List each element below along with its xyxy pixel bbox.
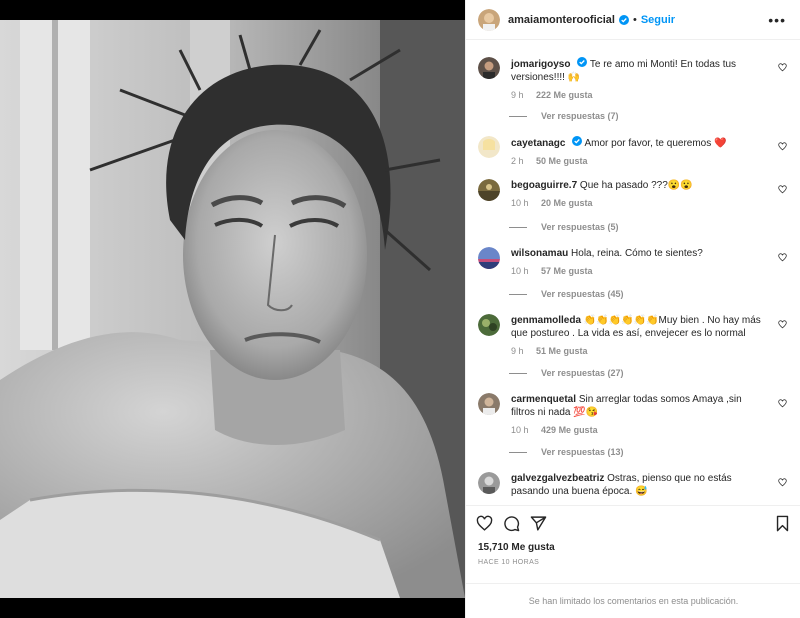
more-options-icon[interactable]: ••• (768, 12, 786, 28)
verified-badge-icon (577, 57, 588, 67)
owner-avatar[interactable] (478, 8, 500, 31)
comment-meta: 9 h 51 Me gusta (511, 346, 789, 356)
commenter-avatar[interactable] (478, 57, 500, 79)
commenter-avatar[interactable] (478, 472, 500, 494)
view-replies-button[interactable]: Ver respuestas (5) (509, 222, 619, 232)
comment-time: 10 h (511, 198, 529, 208)
instagram-post-view: amaiamonterooficial • Seguir ••• jomarig… (0, 0, 800, 618)
separator-dot: • (632, 13, 637, 26)
comment-username[interactable]: cayetanagc (511, 138, 565, 149)
comment-username[interactable]: galvezgalvezbeatriz (511, 473, 604, 484)
comment-meta: 9 h 222 Me gusta (511, 90, 789, 100)
comments-limited-notice: Se han limitado los comentarios en esta … (466, 583, 800, 618)
view-replies-label: Ver respuestas (5) (541, 222, 619, 232)
comment-item: wilsonamau Hola, reina. Cómo te sientes?… (478, 247, 789, 276)
view-replies-button[interactable]: Ver respuestas (27) (509, 368, 624, 378)
replies-line (509, 451, 527, 453)
view-replies-label: Ver respuestas (45) (541, 289, 624, 299)
post-actions-bar (466, 505, 800, 539)
post-likes-count[interactable]: 15,710 Me gusta (478, 542, 555, 553)
view-replies-label: Ver respuestas (27) (541, 368, 624, 378)
comment-like-heart-icon[interactable] (778, 63, 787, 72)
comment-icon[interactable] (503, 515, 520, 532)
commenter-avatar[interactable] (478, 136, 500, 158)
view-replies-button[interactable]: Ver respuestas (45) (509, 289, 624, 299)
view-replies-label: Ver respuestas (7) (541, 111, 619, 121)
replies-line (509, 115, 527, 117)
commenter-avatar[interactable] (478, 179, 500, 201)
comment-item: jomarigoyso Te re amo mi Monti! En todas… (478, 57, 789, 100)
comment-text: jomarigoyso Te re amo mi Monti! En todas… (511, 57, 765, 84)
comment-like-heart-icon[interactable] (778, 478, 787, 487)
bookmark-icon[interactable] (774, 515, 791, 532)
comments-list[interactable]: jomarigoyso Te re amo mi Monti! En todas… (466, 41, 800, 501)
comment-text: wilsonamau Hola, reina. Cómo te sientes? (511, 247, 765, 260)
post-photo[interactable] (0, 20, 465, 598)
post-timestamp[interactable]: HACE 10 HORAS (478, 559, 539, 566)
comment-time: 9 h (511, 346, 524, 356)
comment-likes[interactable]: 429 Me gusta (541, 425, 598, 435)
comment-likes[interactable]: 222 Me gusta (536, 90, 593, 100)
comment-text: galvezgalvezbeatriz Ostras, pienso que n… (511, 472, 765, 498)
comment-item: begoaguirre.7 Que ha pasado ???😮😮 10 h 2… (478, 179, 789, 208)
comment-time: 10 h (511, 266, 529, 276)
comment-meta: 10 h 429 Me gusta (511, 425, 789, 435)
share-icon[interactable] (530, 515, 547, 532)
comment-likes[interactable]: 20 Me gusta (541, 198, 593, 208)
comment-item: cayetanagc Amor por favor, te queremos ❤… (478, 136, 789, 166)
view-replies-button[interactable]: Ver respuestas (13) (509, 447, 624, 457)
commenter-avatar[interactable] (478, 247, 500, 269)
comment-time: 2 h (511, 156, 524, 166)
view-replies-label: Ver respuestas (13) (541, 447, 624, 457)
comment-username[interactable]: genmamolleda (511, 315, 581, 326)
comment-like-heart-icon[interactable] (778, 142, 787, 151)
comment-likes[interactable]: 57 Me gusta (541, 266, 593, 276)
comment-time: 9 h (511, 90, 524, 100)
commenter-avatar[interactable] (478, 393, 500, 415)
comment-item: carmenquetal Sin arreglar todas somos Am… (478, 393, 789, 435)
replies-line (509, 372, 527, 374)
comment-username[interactable]: jomarigoyso (511, 59, 570, 70)
post-header: amaiamonterooficial • Seguir ••• (466, 0, 800, 40)
view-replies-button[interactable]: Ver respuestas (7) (509, 111, 619, 121)
comment-likes[interactable]: 50 Me gusta (536, 156, 588, 166)
comment-like-heart-icon[interactable] (778, 320, 787, 329)
comment-username[interactable]: wilsonamau (511, 248, 568, 259)
verified-badge-icon (572, 136, 583, 146)
comment-username[interactable]: begoaguirre.7 (511, 180, 577, 191)
comment-like-heart-icon[interactable] (778, 185, 787, 194)
comment-text: genmamolleda 👏👏👏👏👏👏Muy bien . No hay más… (511, 314, 765, 340)
post-sidebar: amaiamonterooficial • Seguir ••• jomarig… (465, 0, 800, 618)
comment-content: Hola, reina. Cómo te sientes? (571, 248, 703, 259)
comment-username[interactable]: carmenquetal (511, 394, 576, 405)
replies-line (509, 226, 527, 228)
comment-like-heart-icon[interactable] (778, 253, 787, 262)
owner-username[interactable]: amaiamonterooficial (508, 14, 615, 26)
comment-content: Que ha pasado ???😮😮 (579, 180, 693, 191)
comment-meta: 2 h 50 Me gusta (511, 156, 789, 166)
comment-text: carmenquetal Sin arreglar todas somos Am… (511, 393, 765, 419)
replies-line (509, 293, 527, 295)
commenter-avatar[interactable] (478, 314, 500, 336)
comment-text: cayetanagc Amor por favor, te queremos ❤… (511, 136, 765, 150)
comment-likes[interactable]: 51 Me gusta (536, 346, 588, 356)
comment-time: 10 h (511, 425, 529, 435)
comment-item: galvezgalvezbeatriz Ostras, pienso que n… (478, 472, 789, 498)
heart-icon[interactable] (476, 515, 493, 532)
comment-meta: 10 h 57 Me gusta (511, 266, 789, 276)
comment-like-heart-icon[interactable] (778, 399, 787, 408)
comment-text: begoaguirre.7 Que ha pasado ???😮😮 (511, 179, 765, 192)
post-photo-image (0, 20, 465, 598)
comment-content: Amor por favor, te queremos ❤️ (584, 138, 727, 149)
follow-button[interactable]: Seguir (641, 14, 675, 26)
comment-meta: 10 h 20 Me gusta (511, 198, 789, 208)
comment-item: genmamolleda 👏👏👏👏👏👏Muy bien . No hay más… (478, 314, 789, 356)
verified-badge-icon (618, 14, 629, 25)
